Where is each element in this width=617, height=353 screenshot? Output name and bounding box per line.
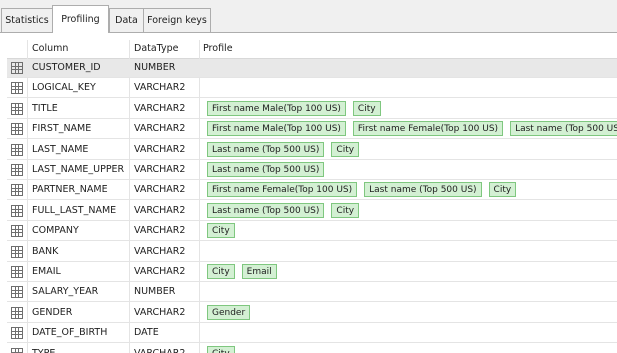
column-name-cell: GENDER bbox=[32, 306, 73, 318]
profile-tag[interactable]: Gender bbox=[207, 304, 251, 320]
profile-header[interactable]: Profile bbox=[203, 43, 233, 54]
tab-statistics[interactable]: Statistics bbox=[1, 8, 53, 32]
table-row[interactable]: COMPANY VARCHAR2 City bbox=[7, 222, 617, 242]
column-name-cell: CUSTOMER_ID bbox=[32, 62, 101, 73]
table-row[interactable]: CUSTOMER_ID NUMBER bbox=[7, 59, 617, 78]
profile-cell: Last name (Top 500 US) City bbox=[207, 141, 366, 159]
datatype-header[interactable]: DataType bbox=[134, 43, 179, 54]
table-row[interactable]: BANK VARCHAR2 bbox=[7, 243, 617, 262]
table-grid-icon bbox=[11, 204, 23, 217]
datatype-cell: VARCHAR2 bbox=[134, 184, 186, 196]
table-grid-icon bbox=[11, 245, 23, 258]
datatype-cell: VARCHAR2 bbox=[134, 306, 186, 318]
profile-tag[interactable]: City bbox=[207, 345, 235, 353]
column-name-cell: TITLE bbox=[32, 102, 58, 114]
table-grid-icon bbox=[11, 164, 23, 176]
table-row[interactable]: DATE_OF_BIRTH DATE bbox=[7, 324, 617, 344]
table-grid-icon bbox=[11, 82, 23, 95]
profile-cell: First name Male(Top 100 US) First name Fe… bbox=[207, 121, 617, 138]
table-row[interactable]: PARTNER_NAME VARCHAR2 First name Female(To… bbox=[7, 181, 617, 201]
table-grid-icon bbox=[11, 184, 23, 197]
column-name-cell: LAST_NAME bbox=[32, 143, 89, 155]
datatype-cell: DATE bbox=[134, 327, 159, 339]
table-grid-icon bbox=[11, 123, 23, 136]
column-name-cell: PARTNER_NAME bbox=[32, 184, 108, 196]
column-name-cell: LAST_NAME_UPPER bbox=[32, 164, 125, 175]
profile-tag[interactable]: Last name (Top 500 US) bbox=[207, 202, 325, 218]
profile-cell: Last name (Top 500 US) bbox=[207, 162, 331, 179]
column-name-cell: COMPANY bbox=[32, 225, 79, 237]
profile-tag[interactable]: Last name (Top 500 US) bbox=[207, 162, 325, 177]
profiling-grid: Column DataType Profile CUSTOMER_ID NUMBE… bbox=[7, 40, 617, 353]
table-grid-icon bbox=[11, 225, 23, 238]
table-row[interactable]: TYPE VARCHAR2 City bbox=[7, 345, 617, 353]
tab-bar: Statistics Profiling Data Foreign keys bbox=[0, 0, 617, 33]
table-grid-icon bbox=[11, 306, 23, 319]
column-name-cell: FIRST_NAME bbox=[32, 123, 92, 135]
datatype-cell: VARCHAR2 bbox=[134, 164, 186, 175]
table-row[interactable]: FIRST_NAME VARCHAR2 First name Male(Top 10… bbox=[7, 120, 617, 140]
profile-cell: Gender bbox=[207, 304, 257, 322]
datatype-cell: VARCHAR2 bbox=[134, 266, 186, 277]
column-name-cell: SALARY_YEAR bbox=[32, 286, 99, 298]
profile-tag[interactable]: City bbox=[331, 202, 360, 218]
profile-tag[interactable]: First name Male(Top 100 US) bbox=[207, 121, 346, 137]
tab-foreign-keys[interactable]: Foreign keys bbox=[143, 8, 211, 32]
column-name-cell: TYPE bbox=[32, 348, 55, 353]
profile-tag[interactable]: First name Female(Top 100 US) bbox=[352, 121, 504, 137]
table-row[interactable]: GENDER VARCHAR2 Gender bbox=[7, 304, 617, 323]
table-grid-icon bbox=[11, 102, 23, 115]
column-name-cell: DATE_OF_BIRTH bbox=[32, 327, 108, 339]
datatype-cell: NUMBER bbox=[134, 62, 176, 73]
profile-tag[interactable]: City bbox=[352, 100, 381, 116]
profile-tag[interactable]: City bbox=[207, 223, 235, 239]
table-row[interactable]: FULL_LAST_NAME VARCHAR2 Last name (Top 500… bbox=[7, 202, 617, 221]
datatype-cell: VARCHAR2 bbox=[134, 102, 186, 114]
profile-tag[interactable]: City bbox=[331, 141, 360, 157]
datatype-cell: VARCHAR2 bbox=[134, 123, 186, 135]
profile-tag[interactable]: Last name (Top 500 US) bbox=[510, 121, 617, 137]
table-row[interactable]: EMAIL VARCHAR2 City Email bbox=[7, 263, 617, 282]
datatype-cell: VARCHAR2 bbox=[134, 348, 185, 353]
table-grid-icon bbox=[11, 143, 23, 156]
profile-tag[interactable]: City bbox=[207, 264, 235, 279]
column-name-cell: LOGICAL_KEY bbox=[32, 82, 96, 94]
table-grid-icon bbox=[11, 347, 23, 353]
profile-tag[interactable]: First name Female(Top 100 US) bbox=[207, 182, 358, 198]
table-grid-icon bbox=[11, 266, 23, 278]
datatype-cell: VARCHAR2 bbox=[134, 143, 186, 155]
datatype-cell: VARCHAR2 bbox=[134, 245, 186, 257]
datatype-cell: VARCHAR2 bbox=[134, 204, 186, 216]
profile-cell: City bbox=[207, 345, 242, 353]
profile-tag[interactable]: Email bbox=[241, 264, 277, 279]
column-name-cell: BANK bbox=[32, 245, 59, 257]
profiling-panel: Column DataType Profile CUSTOMER_ID NUMBE… bbox=[0, 32, 617, 353]
table-grid-icon bbox=[11, 62, 23, 74]
table-row[interactable]: LAST_NAME_UPPER VARCHAR2 Last name (Top 50… bbox=[7, 161, 617, 180]
datatype-cell: NUMBER bbox=[134, 286, 176, 298]
table-row[interactable]: LOGICAL_KEY VARCHAR2 bbox=[7, 79, 617, 99]
profile-cell: First name Male(Top 100 US) City bbox=[207, 100, 388, 118]
table-row[interactable]: LAST_NAME VARCHAR2 Last name (Top 500 US) C… bbox=[7, 141, 617, 160]
profile-cell: Last name (Top 500 US) City bbox=[207, 202, 366, 220]
tab-profiling[interactable]: Profiling bbox=[52, 5, 109, 33]
grid-header: Column DataType Profile bbox=[7, 40, 617, 59]
profile-cell: City bbox=[207, 223, 242, 240]
profile-cell: City Email bbox=[207, 264, 284, 281]
column-header[interactable]: Column bbox=[32, 43, 68, 54]
table-row[interactable]: TITLE VARCHAR2 First name Male(Top 100 US)… bbox=[7, 100, 617, 119]
table-grid-icon bbox=[11, 327, 23, 340]
column-name-cell: EMAIL bbox=[32, 266, 61, 277]
profile-tag[interactable]: First name Male(Top 100 US) bbox=[207, 100, 346, 116]
table-grid-icon bbox=[11, 286, 23, 299]
profile-cell: First name Female(Top 100 US) Last name (… bbox=[207, 182, 523, 199]
profile-tag[interactable]: Last name (Top 500 US) bbox=[207, 141, 325, 157]
datatype-cell: VARCHAR2 bbox=[134, 225, 186, 237]
column-name-cell: FULL_LAST_NAME bbox=[32, 204, 117, 216]
datatype-cell: VARCHAR2 bbox=[134, 82, 186, 94]
table-row[interactable]: SALARY_YEAR NUMBER bbox=[7, 283, 617, 303]
profile-tag[interactable]: Last name (Top 500 US) bbox=[364, 182, 482, 198]
tab-data[interactable]: Data bbox=[109, 8, 144, 32]
profile-tag[interactable]: City bbox=[488, 182, 517, 198]
